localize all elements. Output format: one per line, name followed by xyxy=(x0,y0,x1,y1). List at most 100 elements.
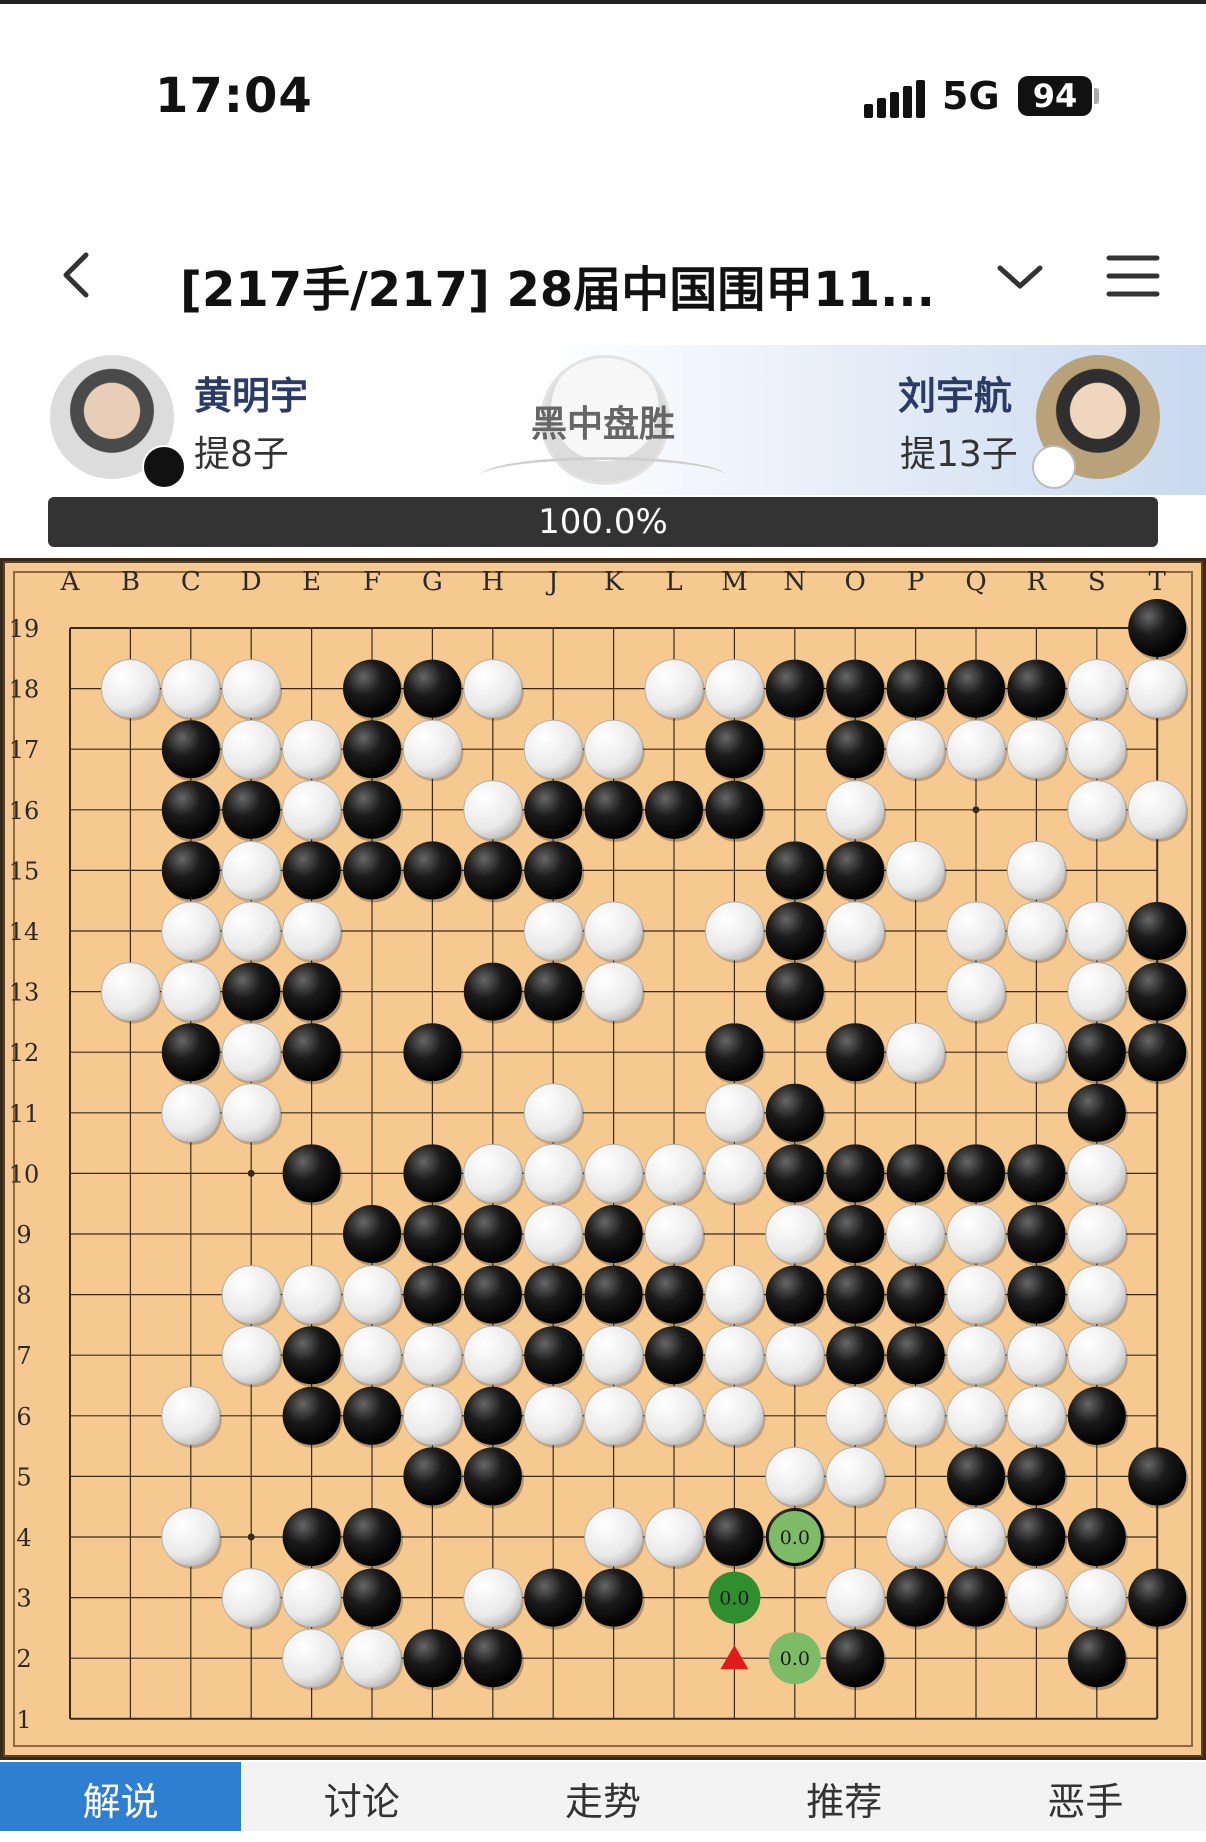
black-stone xyxy=(463,1447,522,1506)
black-stone xyxy=(705,780,764,839)
row-label: 16 xyxy=(9,797,40,825)
white-stone xyxy=(1127,780,1187,840)
white-player-name: 刘宇航 xyxy=(898,374,1013,418)
star-point xyxy=(972,806,980,814)
black-stone xyxy=(765,659,824,718)
row-label: 10 xyxy=(9,1160,40,1188)
white-stone xyxy=(1006,1568,1066,1628)
black-stone xyxy=(1067,1629,1126,1688)
black-stone xyxy=(1007,1144,1066,1203)
white-stone xyxy=(644,1507,704,1567)
white-stone xyxy=(946,1265,1006,1325)
column-label: J xyxy=(545,567,558,597)
white-stone xyxy=(886,1022,946,1082)
battery-level: 94 xyxy=(1032,77,1078,115)
win-rate-value: 100.0% xyxy=(538,502,668,542)
white-stone xyxy=(342,1628,402,1688)
white-stone xyxy=(886,1204,946,1264)
black-stone xyxy=(826,1023,885,1082)
row-label: 7 xyxy=(16,1342,31,1370)
column-label: R xyxy=(1027,567,1048,597)
column-label: A xyxy=(60,567,81,597)
column-label: D xyxy=(241,567,262,597)
black-stone xyxy=(463,1265,522,1324)
black-stone xyxy=(524,1326,583,1385)
black-stone xyxy=(886,1568,945,1627)
black-stone xyxy=(826,1326,885,1385)
network-type: 5G xyxy=(942,74,1000,118)
black-stone xyxy=(343,1386,401,1445)
white-stone xyxy=(1127,659,1187,719)
back-chevron-icon[interactable] xyxy=(50,245,110,305)
white-stone xyxy=(1006,1325,1066,1385)
black-stone xyxy=(161,720,220,779)
analysis-marker-label: 0.0 xyxy=(719,1588,749,1610)
black-stone xyxy=(343,659,401,718)
black-stone xyxy=(403,659,462,718)
white-stone xyxy=(523,1386,583,1446)
row-label: 8 xyxy=(16,1282,31,1310)
column-label: C xyxy=(181,567,201,597)
tab-commentary[interactable]: 解说 xyxy=(0,1762,242,1831)
black-stone xyxy=(343,841,401,900)
chevron-down-icon[interactable] xyxy=(990,248,1050,308)
tab-recommend[interactable]: 推荐 xyxy=(724,1762,965,1831)
black-stone xyxy=(705,1023,764,1082)
white-stone xyxy=(523,901,583,961)
black-stone xyxy=(826,1144,885,1203)
white-stone xyxy=(704,1386,764,1446)
white-stone xyxy=(946,1386,1006,1446)
white-stone xyxy=(161,1507,221,1567)
menu-icon[interactable] xyxy=(1105,248,1161,304)
white-stone xyxy=(221,1325,281,1385)
column-label: P xyxy=(907,567,925,597)
black-stone xyxy=(282,1144,341,1203)
black-stone xyxy=(886,1265,945,1324)
black-stone xyxy=(1007,1265,1066,1324)
white-stone xyxy=(765,1204,825,1264)
white-player-captures: 提13子 xyxy=(900,434,1018,475)
tab-trend[interactable]: 走势 xyxy=(482,1762,723,1831)
white-stone xyxy=(221,901,281,961)
black-stone xyxy=(403,1265,462,1324)
tab-bad-moves[interactable]: 恶手 xyxy=(965,1762,1206,1831)
black-stone xyxy=(705,1508,764,1566)
row-label: 4 xyxy=(16,1524,31,1552)
white-stone xyxy=(100,962,160,1022)
row-label: 9 xyxy=(16,1221,31,1249)
tab-discussion[interactable]: 讨论 xyxy=(241,1762,482,1831)
column-label: N xyxy=(783,567,806,597)
black-stone xyxy=(524,1568,583,1627)
black-stone xyxy=(1067,1023,1126,1082)
black-stone xyxy=(765,962,824,1021)
black-stone xyxy=(403,1023,462,1082)
black-stone xyxy=(524,841,583,900)
black-stone xyxy=(886,659,945,718)
white-stone xyxy=(221,659,281,719)
black-stone xyxy=(947,659,1005,718)
white-stone xyxy=(765,1325,825,1385)
white-stone xyxy=(644,1386,704,1446)
black-stone xyxy=(584,1568,643,1627)
black-stone xyxy=(886,1144,945,1203)
white-stone xyxy=(886,1507,946,1567)
white-stone xyxy=(825,1446,885,1506)
column-label: E xyxy=(302,567,321,597)
black-stone xyxy=(645,1326,703,1385)
black-stone xyxy=(282,962,341,1021)
white-stone xyxy=(161,901,221,961)
black-stone xyxy=(343,780,401,839)
white-stone xyxy=(523,1204,583,1264)
white-stone xyxy=(221,719,281,779)
go-board[interactable]: A B C D E F G H J K L M N O P Q R S T191817161514131211109… xyxy=(0,558,1206,1760)
analysis-marker-label: 0.0 xyxy=(780,1527,810,1549)
white-stone xyxy=(282,1568,342,1628)
white-stone xyxy=(704,901,764,961)
white-stone xyxy=(946,719,1006,779)
black-stone xyxy=(947,1144,1005,1203)
white-stone xyxy=(1006,1022,1066,1082)
black-stone xyxy=(282,1508,341,1566)
white-stone xyxy=(946,1204,1006,1264)
black-player-name: 黄明宇 xyxy=(194,374,309,418)
white-stone xyxy=(1067,962,1127,1022)
